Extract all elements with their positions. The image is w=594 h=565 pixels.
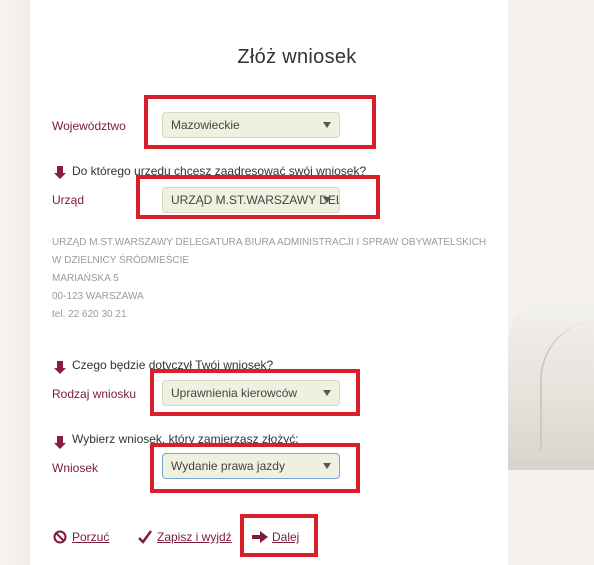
office-district: W DZIELNICY ŚRÓDMIEŚCIE [52,255,190,266]
office-street: MARIAŃSKA 5 [52,273,119,284]
highlight-box-wniosek [150,443,360,493]
highlight-box-urzad [136,175,380,219]
highlight-box-rodzaj [150,369,360,416]
cancel-link[interactable]: Porzuć [72,530,109,544]
office-phone: tel. 22 620 30 21 [52,309,127,320]
highlight-box-wojewodztwo [144,95,376,149]
arrow-down-icon [54,436,66,449]
office-postcode: 00-123 WARSZAWA [52,291,144,302]
office-name: URZĄD M.ST.WARSZAWY DELEGATURA BIURA ADM… [52,237,487,248]
wojewodztwo-label: Województwo [52,119,126,133]
arrow-down-icon [54,166,66,179]
cancel-circle-icon[interactable] [53,530,67,544]
save-and-exit-link[interactable]: Zapisz i wyjdź [157,530,232,544]
checkmark-icon[interactable] [137,529,153,545]
rodzaj-label: Rodzaj wniosku [52,387,137,401]
arrow-down-icon [54,361,66,374]
wniosek-label: Wniosek [52,461,99,475]
highlight-box-next [240,514,318,557]
urzad-label: Urząd [52,193,85,207]
background-photo-edge [508,462,594,465]
office-address: URZĄD M.ST.WARSZAWY DELEGATURA BIURA ADM… [52,234,486,324]
page-title: Złóż wniosek [237,46,357,68]
background-right [508,0,594,565]
background-left [0,0,30,565]
